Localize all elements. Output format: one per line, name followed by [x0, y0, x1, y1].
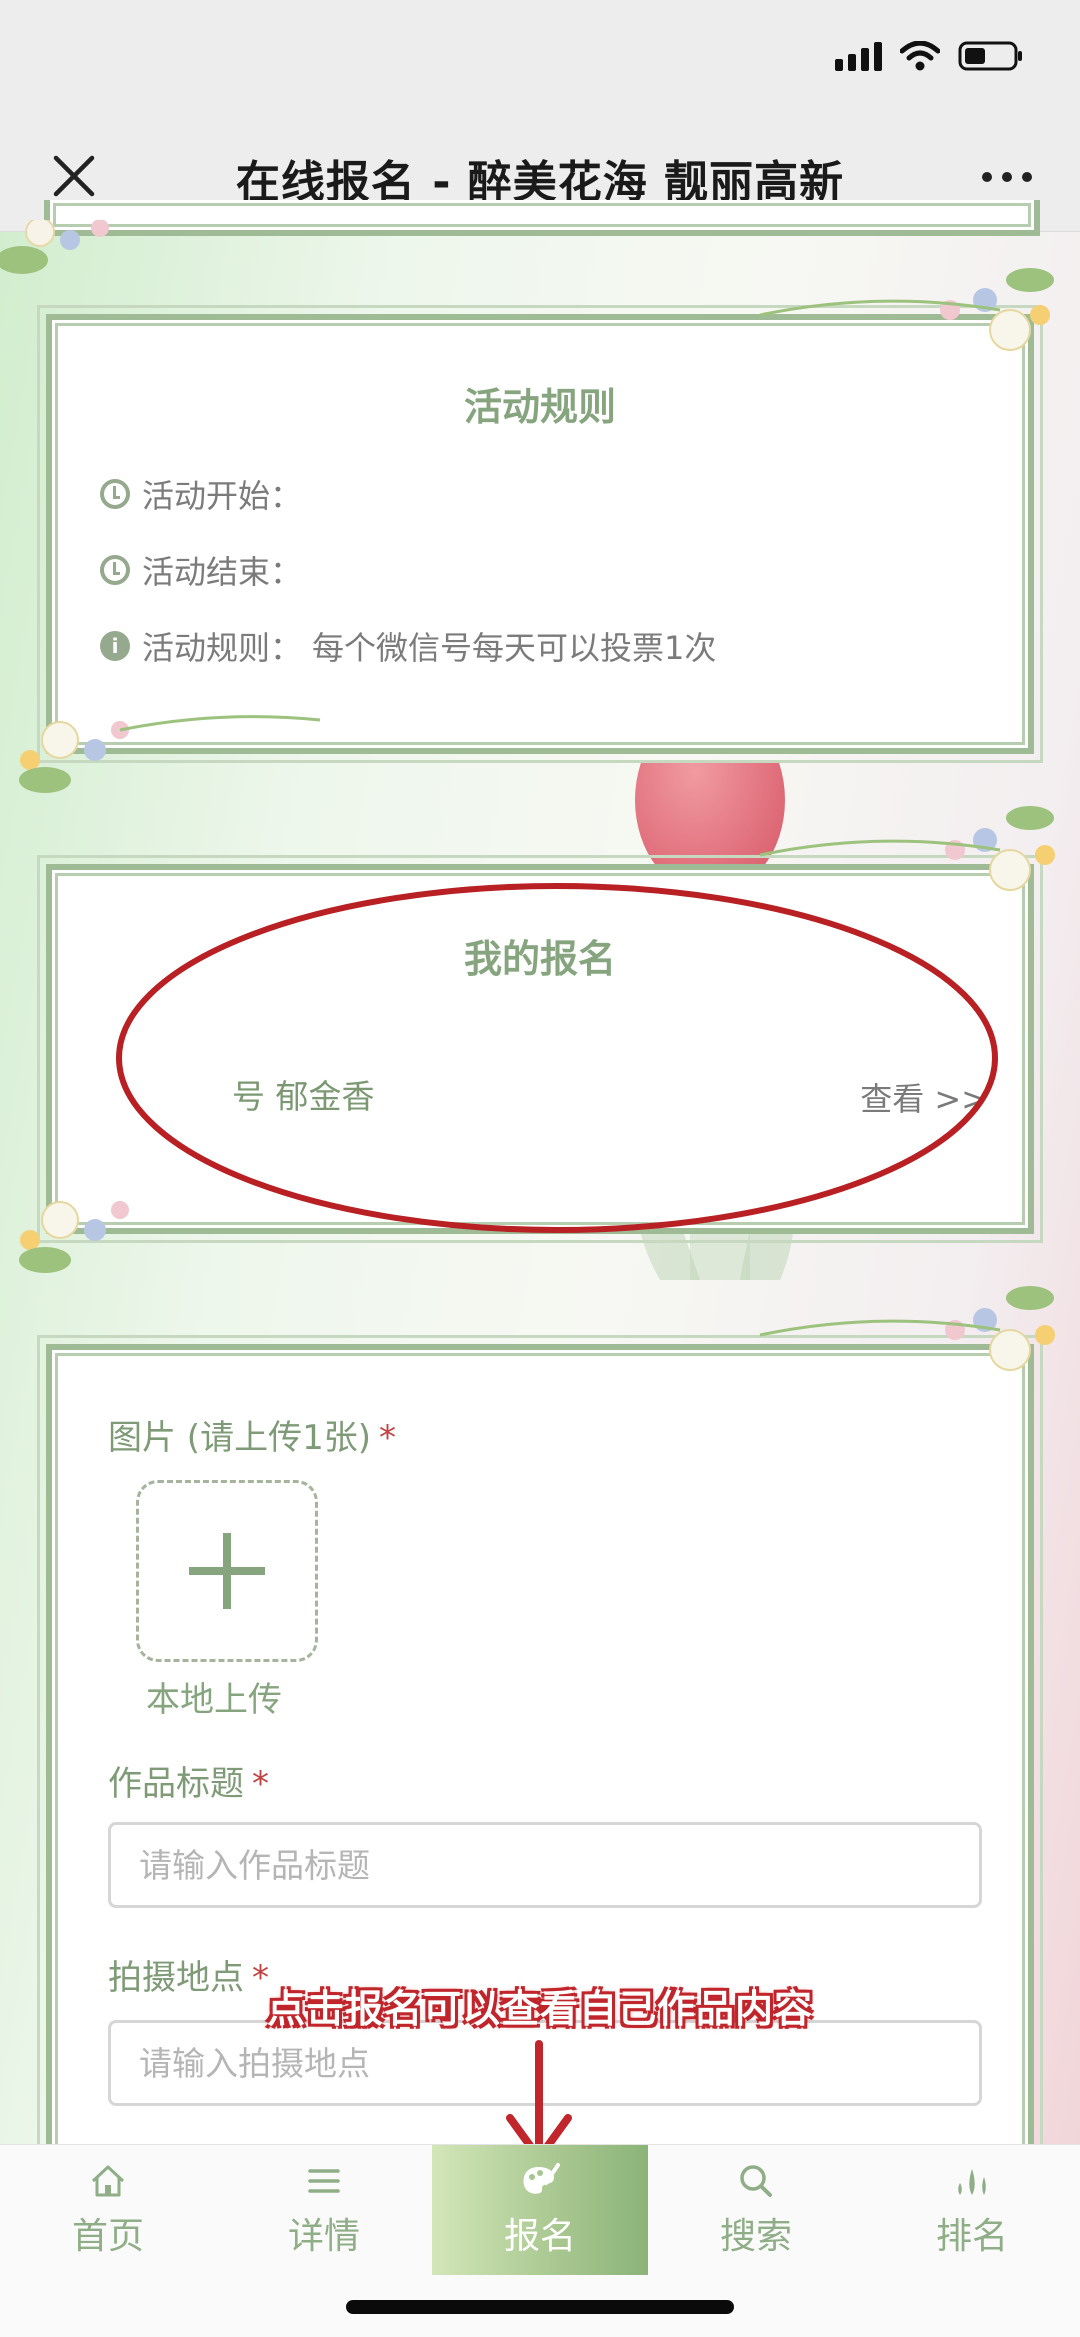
title-field-label: 作品标题 * [108, 1756, 269, 1805]
plus-icon [189, 1533, 265, 1609]
nav-search-label: 搜索 [719, 2216, 792, 2257]
wifi-icon [900, 41, 940, 71]
nav-home[interactable]: 首页 [0, 2145, 216, 2275]
home-indicator [346, 2300, 734, 2314]
search-icon [740, 2165, 772, 2197]
upload-label: 本地上传 [146, 1680, 282, 1720]
status-icons [835, 40, 1024, 72]
nav-register-label: 报名 [503, 2216, 576, 2257]
signal-icon [835, 41, 882, 71]
nav-ranking-label: 排名 [935, 2216, 1008, 2257]
nav-home-label: 首页 [71, 2216, 144, 2257]
title-field-label-text: 作品标题 [108, 1764, 244, 1804]
nav-ranking[interactable]: 排名 [864, 2145, 1080, 2275]
title-input[interactable] [108, 1822, 982, 1908]
list-icon [308, 2169, 340, 2193]
nav-details[interactable]: 详情 [216, 2145, 432, 2275]
battery-icon [958, 40, 1024, 72]
nav-register[interactable]: 报名 [432, 2145, 648, 2275]
nav-details-label: 详情 [287, 2216, 360, 2257]
annotation-text: 点击报名可以查看自己作品内容 [266, 1987, 813, 2031]
required-mark: * [252, 1764, 269, 1804]
palette-icon [523, 2163, 560, 2194]
nav-search[interactable]: 搜索 [648, 2145, 864, 2275]
home-icon [91, 2165, 125, 2197]
upload-image-button[interactable] [136, 1480, 318, 1662]
flower-garland-decoration [0, 220, 1055, 1371]
more-options-icon[interactable] [982, 172, 1032, 182]
ranking-icon [958, 2169, 986, 2195]
status-bar [0, 0, 1080, 120]
